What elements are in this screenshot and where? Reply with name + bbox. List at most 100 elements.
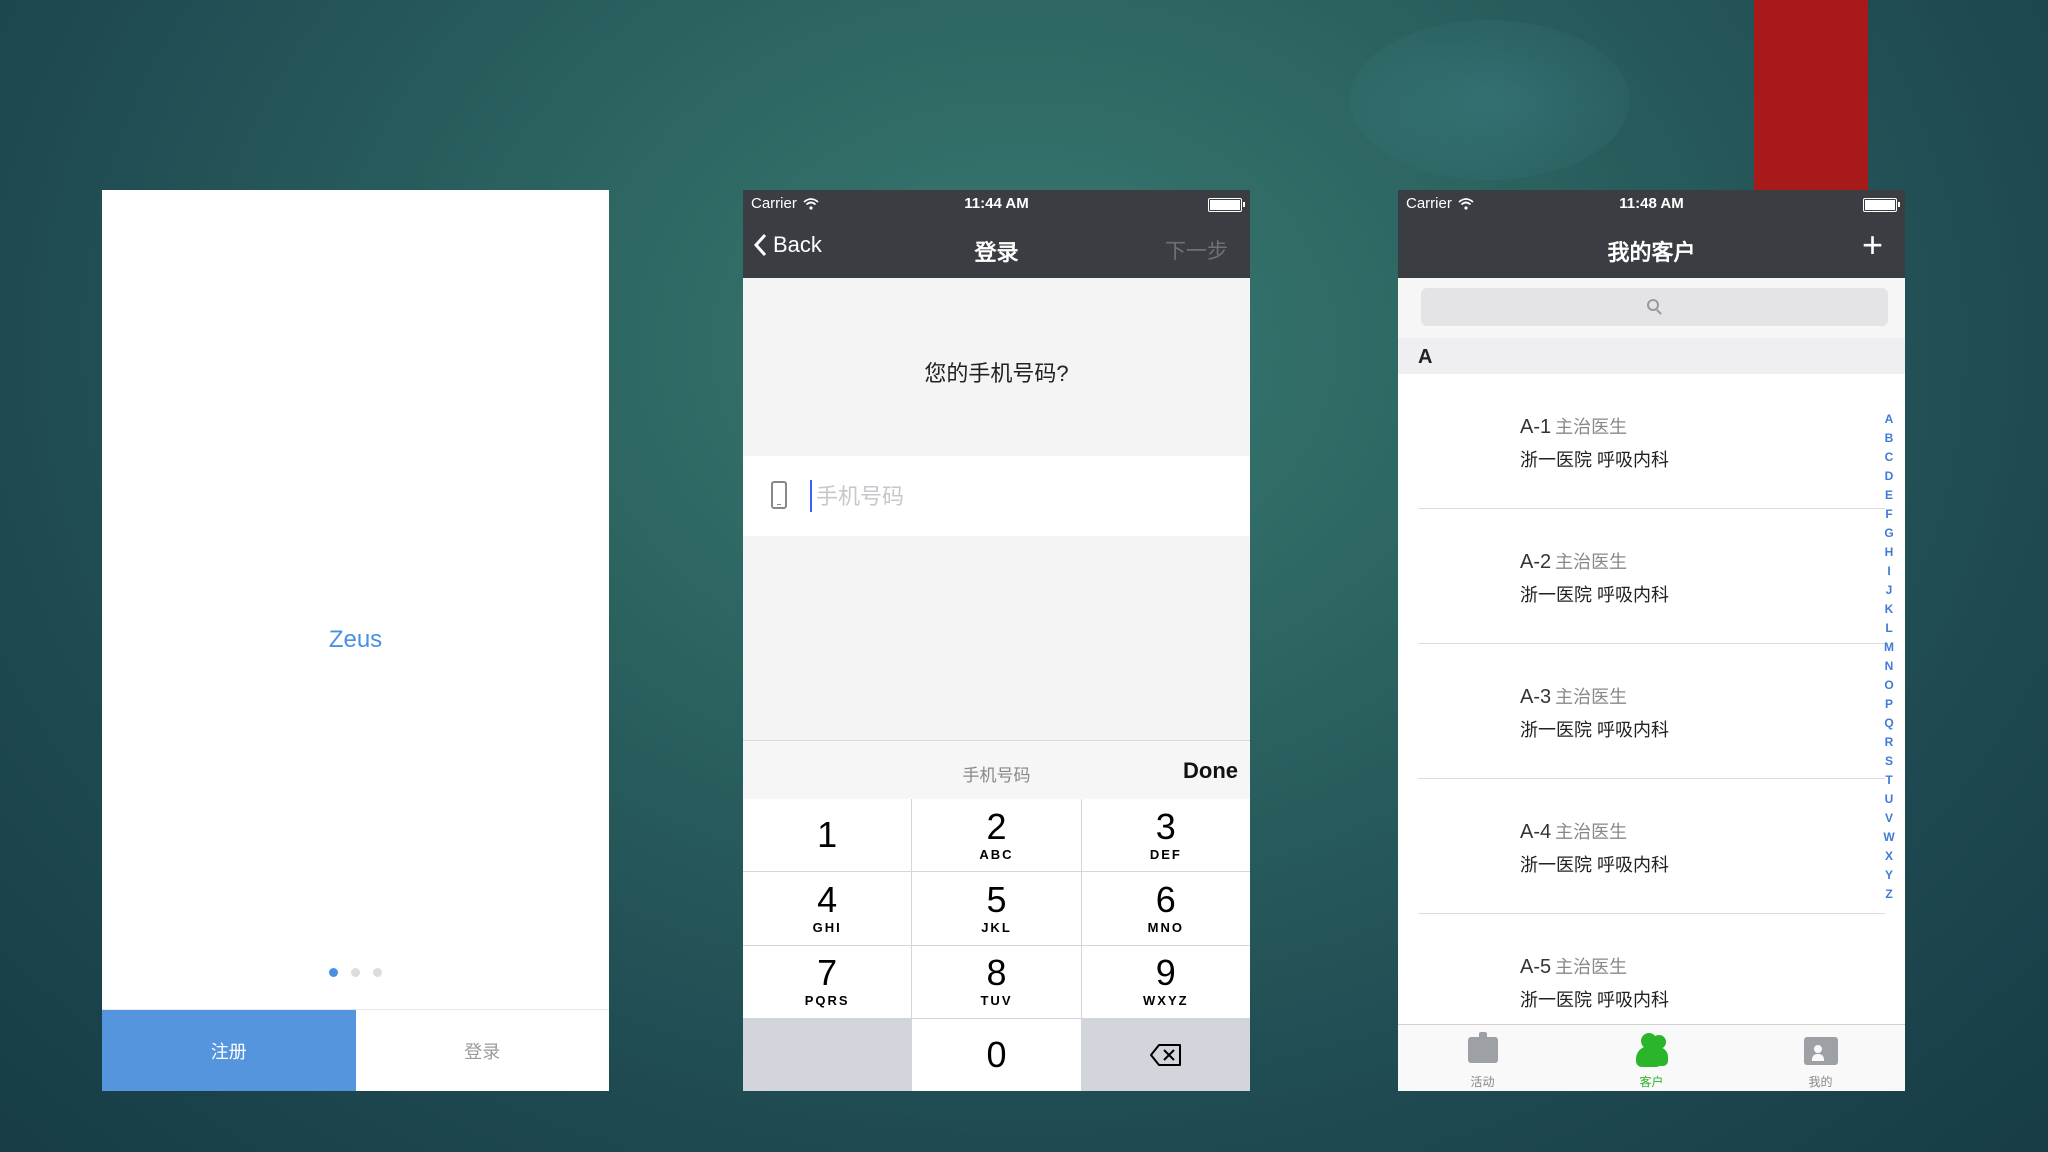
tab-activity[interactable]: 活动 [1398,1025,1567,1091]
key-7[interactable]: 7 PQRS [743,945,912,1018]
key-digit: 7 [817,952,838,994]
key-0[interactable]: 0 [912,1018,1081,1091]
index-letter-s[interactable]: S [1885,752,1893,771]
key-letters: GHI [812,919,842,935]
key-3[interactable]: 3 DEF [1081,799,1250,872]
index-letter-y[interactable]: Y [1885,866,1893,885]
index-letter-t[interactable]: T [1885,771,1892,790]
client-row[interactable]: A-4 主治医生 浙一医院 呼吸内科 [1398,779,1905,914]
key-9[interactable]: 9 WXYZ [1081,945,1250,1018]
key-digit: 4 [817,878,838,920]
tab-label: 活动 [1470,1075,1495,1089]
client-hospital: 浙一医院 呼吸内科 [1520,990,1670,1010]
alphabet-index[interactable]: ABCDEFGHIJKLMNOPQRSTUVWXYZ [1881,410,1897,904]
index-letter-u[interactable]: U [1885,790,1894,809]
red-bookmark-tab [1754,0,1868,190]
status-time: 11:48 AM [1619,195,1684,212]
done-button[interactable]: Done [1183,758,1238,784]
login-button[interactable]: 登录 [355,1010,609,1091]
client-row[interactable]: A-2 主治医生 浙一医院 呼吸内科 [1398,509,1905,644]
index-letter-c[interactable]: C [1885,448,1894,467]
key-blank [743,1018,912,1091]
key-4[interactable]: 4 GHI [743,872,912,945]
client-title: 主治医生 [1555,822,1628,842]
index-letter-j[interactable]: J [1886,581,1893,600]
client-row[interactable]: A-3 主治医生 浙一医院 呼吸内科 [1398,644,1905,779]
index-letter-w[interactable]: W [1883,828,1894,847]
navigation-bar: 我的客户 + [1398,218,1905,278]
search-icon [1646,299,1659,311]
brand-name: Zeus [328,626,383,653]
page-dot-2[interactable] [351,968,360,977]
client-title: 主治医生 [1555,552,1628,572]
welcome-screen: Zeus 注册 登录 [102,190,609,1091]
search-input[interactable] [1421,288,1888,326]
battery-icon [1208,198,1245,212]
key-digit: 2 [986,805,1007,847]
key-6[interactable]: 6 MNO [1081,872,1250,945]
key-letters: WXYZ [1143,993,1189,1009]
status-bar: Carrier 11:44 AM [743,190,1250,218]
index-letter-z[interactable]: Z [1885,885,1892,904]
index-letter-b[interactable]: B [1885,429,1894,448]
index-letter-p[interactable]: P [1885,695,1893,714]
index-letter-i[interactable]: I [1887,562,1890,581]
index-letter-g[interactable]: G [1884,524,1893,543]
client-row[interactable]: A-1 主治医生 浙一医院 呼吸内科 [1398,374,1905,509]
keyboard-field-hint: 手机号码 [962,766,1031,785]
index-letter-o[interactable]: O [1884,676,1893,695]
key-digit: 3 [1155,805,1176,847]
page-indicator[interactable] [102,968,609,977]
add-client-button[interactable]: + [1862,227,1883,263]
index-letter-e[interactable]: E [1885,486,1893,505]
key-digit: 8 [986,952,1007,994]
key-letters: MNO [1147,919,1184,935]
index-letter-d[interactable]: D [1885,467,1894,486]
client-name-line: A-4 主治医生 [1520,818,1627,844]
key-8[interactable]: 8 TUV [912,945,1081,1018]
register-button[interactable]: 注册 [102,1010,356,1091]
key-2[interactable]: 2 ABC [912,799,1081,872]
backspace-icon [1149,1043,1181,1066]
page-dot-1[interactable] [329,968,338,977]
numeric-keypad: 1 2 ABC 3 DEF 4 GHI 5 JKL 6 MNO 7 PQRS 8… [743,799,1250,1091]
index-letter-x[interactable]: X [1885,847,1893,866]
key-digit: 9 [1155,952,1176,994]
next-step-button[interactable]: 下一步 [1165,235,1228,265]
tab-profile[interactable]: 我的 [1736,1025,1905,1091]
section-letter: A [1418,346,1433,368]
status-time: 11:44 AM [964,195,1029,212]
delete-key[interactable] [1081,1018,1250,1091]
search-area [1398,278,1905,338]
index-letter-k[interactable]: K [1885,600,1894,619]
index-letter-q[interactable]: Q [1884,714,1893,733]
login-screen: Carrier 11:44 AM Back 登录 下一步 您的手机号码? 手机号… [743,190,1250,1091]
index-letter-v[interactable]: V [1885,809,1893,828]
client-title: 主治医生 [1555,957,1628,977]
tab-customers[interactable]: 客户 [1567,1025,1736,1091]
key-5[interactable]: 5 JKL [912,872,1081,945]
client-hospital: 浙一医院 呼吸内科 [1520,720,1670,740]
background-glow [1350,20,1630,180]
text-cursor [810,480,812,512]
index-letter-r[interactable]: R [1885,733,1894,752]
key-letters: JKL [981,919,1012,935]
welcome-button-bar: 注册 登录 [102,1009,609,1091]
status-bar: Carrier 11:48 AM [1398,190,1905,218]
phone-number-input[interactable] [814,476,1218,518]
index-letter-a[interactable]: A [1885,410,1894,429]
client-list: A-1 主治医生 浙一医院 呼吸内科 A-2 主治医生 浙一医院 呼吸内科 A-3 主… [1398,374,1905,1049]
phone-input-row[interactable] [743,456,1250,536]
page-dot-3[interactable] [373,968,382,977]
index-letter-m[interactable]: M [1884,638,1894,657]
index-letter-f[interactable]: F [1885,505,1892,524]
keyboard-toolbar: 手机号码 Done [743,740,1250,800]
profile-card-icon [1803,1037,1838,1065]
key-1[interactable]: 1 [743,799,912,872]
index-letter-n[interactable]: N [1885,657,1894,676]
key-letters: DEF [1149,846,1182,862]
client-title: 主治医生 [1555,417,1628,437]
index-letter-h[interactable]: H [1885,543,1894,562]
client-name: A-5 [1520,956,1552,978]
index-letter-l[interactable]: L [1885,619,1892,638]
